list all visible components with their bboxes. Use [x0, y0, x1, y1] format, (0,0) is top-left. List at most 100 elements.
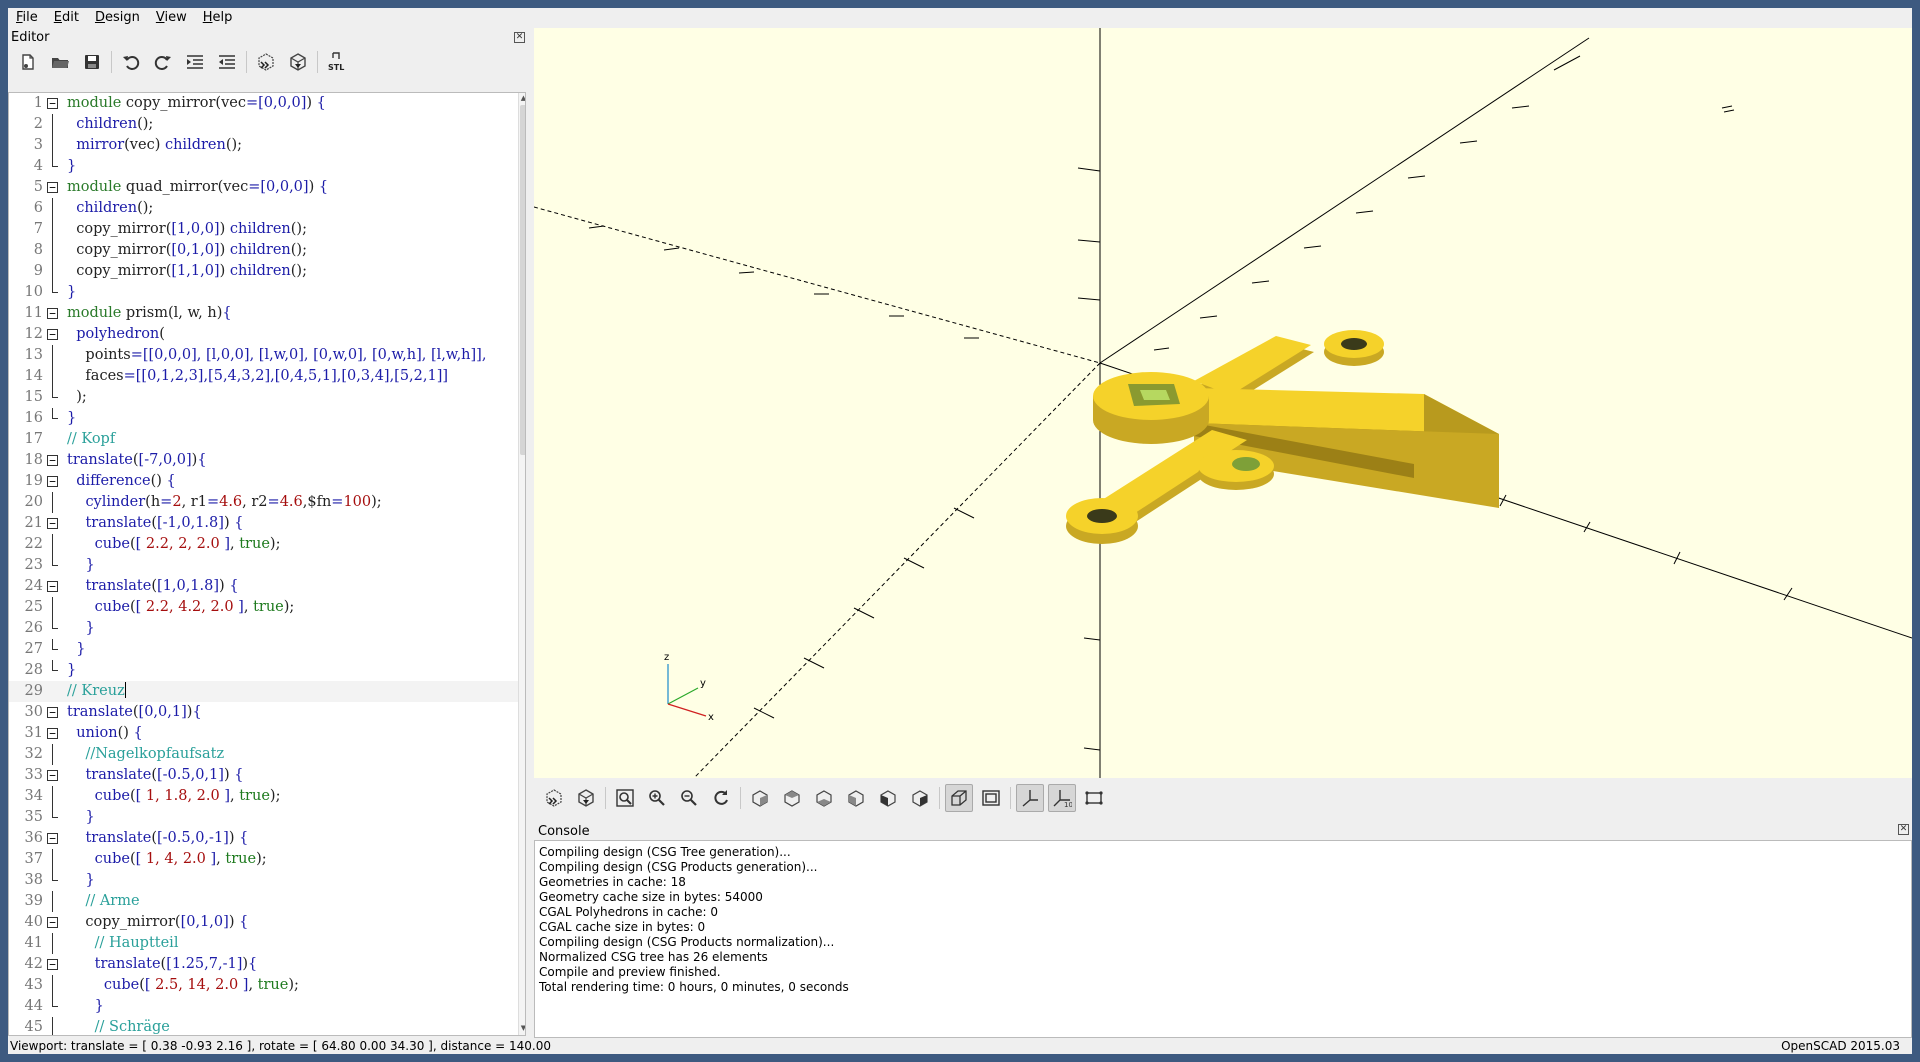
- fold-toggle-icon[interactable]: −: [47, 329, 58, 340]
- orthogonal-button[interactable]: [977, 784, 1005, 812]
- 3d-viewport[interactable]: z y x: [534, 28, 1912, 778]
- code-line[interactable]: 23 }: [9, 555, 518, 576]
- fold-toggle-icon[interactable]: −: [47, 455, 58, 466]
- code-line[interactable]: 3 mirror(vec) children();: [9, 135, 518, 156]
- code-line[interactable]: 1− module copy_mirror(vec=[0,0,0]) {: [9, 93, 518, 114]
- show-edges-button[interactable]: [1080, 784, 1108, 812]
- code-line[interactable]: 21− translate([-1,0,1.8]) {: [9, 513, 518, 534]
- fold-toggle-icon[interactable]: −: [47, 182, 58, 193]
- menu-edit[interactable]: Edit: [46, 8, 87, 28]
- view-left-button[interactable]: [842, 784, 870, 812]
- menu-file[interactable]: File: [8, 8, 46, 28]
- code-line[interactable]: 26 }: [9, 618, 518, 639]
- code-line[interactable]: 7 copy_mirror([1,0,0]) children();: [9, 219, 518, 240]
- undo-button[interactable]: [117, 48, 145, 76]
- fold-toggle-icon[interactable]: −: [47, 959, 58, 970]
- editor-vertical-scrollbar[interactable]: ▲ ▼: [518, 93, 525, 1035]
- code-line[interactable]: 40− copy_mirror([0,1,0]) {: [9, 912, 518, 933]
- reset-view-button[interactable]: [707, 784, 735, 812]
- fold-toggle-icon[interactable]: −: [47, 833, 58, 844]
- code-line[interactable]: 41 // Hauptteil: [9, 933, 518, 954]
- code-line[interactable]: 43 cube([ 2.5, 14, 2.0 ], true);: [9, 975, 518, 996]
- code-line[interactable]: 37 cube([ 1, 4, 2.0 ], true);: [9, 849, 518, 870]
- fold-toggle-icon[interactable]: −: [47, 581, 58, 592]
- console-close-icon[interactable]: ✕: [1898, 824, 1909, 835]
- code-line[interactable]: 44 }: [9, 996, 518, 1017]
- fold-toggle-icon[interactable]: −: [47, 707, 58, 718]
- scrollbar-thumb[interactable]: [520, 105, 525, 455]
- fold-toggle-icon[interactable]: −: [47, 917, 58, 928]
- code-line[interactable]: 38 }: [9, 870, 518, 891]
- code-line[interactable]: 33− translate([-0.5,0,1]) {: [9, 765, 518, 786]
- code-line[interactable]: 16}: [9, 408, 518, 429]
- fold-toggle-icon[interactable]: −: [47, 476, 58, 487]
- menu-help[interactable]: Help: [195, 8, 241, 28]
- code-line[interactable]: 6 children();: [9, 198, 518, 219]
- code-line[interactable]: 24− translate([1,0,1.8]) {: [9, 576, 518, 597]
- view-front-button[interactable]: [874, 784, 902, 812]
- view-bottom-button[interactable]: [810, 784, 838, 812]
- code-line[interactable]: 39 // Arme: [9, 891, 518, 912]
- code-line[interactable]: 18− translate([-7,0,0]){: [9, 450, 518, 471]
- code-line[interactable]: 8 copy_mirror([0,1,0]) children();: [9, 240, 518, 261]
- code-line[interactable]: 14 faces=[[0,1,2,3],[5,4,3,2],[0,4,5,1],…: [9, 366, 518, 387]
- save-file-button[interactable]: [78, 48, 106, 76]
- fold-toggle-icon[interactable]: −: [47, 98, 58, 109]
- fold-toggle-icon[interactable]: −: [47, 728, 58, 739]
- code-line[interactable]: 27 }: [9, 639, 518, 660]
- new-file-button[interactable]: [14, 48, 42, 76]
- fold-toggle-icon[interactable]: −: [47, 770, 58, 781]
- code-line[interactable]: 13 points=[[0,0,0], [l,0,0], [l,w,0], [0…: [9, 345, 518, 366]
- open-file-button[interactable]: [46, 48, 74, 76]
- preview-button[interactable]: [252, 48, 280, 76]
- view-render-button[interactable]: [572, 784, 600, 812]
- code-line[interactable]: 4}: [9, 156, 518, 177]
- perspective-button[interactable]: [945, 784, 973, 812]
- scroll-down-icon[interactable]: ▼: [519, 1024, 525, 1034]
- editor-close-icon[interactable]: ✕: [514, 32, 525, 43]
- code-line[interactable]: 22 cube([ 2.2, 2, 2.0 ], true);: [9, 534, 518, 555]
- code-line[interactable]: 36− translate([-0.5,0,-1]) {: [9, 828, 518, 849]
- view-all-button[interactable]: [611, 784, 639, 812]
- fold-toggle-icon[interactable]: −: [47, 518, 58, 529]
- fold-toggle-icon[interactable]: −: [47, 308, 58, 319]
- render-button[interactable]: [284, 48, 312, 76]
- code-line[interactable]: 10}: [9, 282, 518, 303]
- code-line[interactable]: 34 cube([ 1, 1.8, 2.0 ], true);: [9, 786, 518, 807]
- view-top-button[interactable]: [778, 784, 806, 812]
- code-line[interactable]: 42− translate([1.25,7,-1]){: [9, 954, 518, 975]
- code-line[interactable]: 31− union() {: [9, 723, 518, 744]
- code-line[interactable]: 15 );: [9, 387, 518, 408]
- code-line[interactable]: 35 }: [9, 807, 518, 828]
- code-line[interactable]: 2 children();: [9, 114, 518, 135]
- view-preview-button[interactable]: [540, 784, 568, 812]
- console-output[interactable]: Compiling design (CSG Tree generation)..…: [534, 840, 1912, 1038]
- code-line[interactable]: 12− polyhedron(: [9, 324, 518, 345]
- scroll-up-icon[interactable]: ▲: [519, 94, 525, 104]
- view-back-button[interactable]: [906, 784, 934, 812]
- code-line[interactable]: 28}: [9, 660, 518, 681]
- code-line[interactable]: 25 cube([ 2.2, 4.2, 2.0 ], true);: [9, 597, 518, 618]
- menu-design[interactable]: Design: [87, 8, 148, 28]
- code-line[interactable]: 17 // Kopf: [9, 429, 518, 450]
- code-line[interactable]: 11− module prism(l, w, h){: [9, 303, 518, 324]
- show-axes-button[interactable]: [1016, 784, 1044, 812]
- code-line[interactable]: 45 // Schräge: [9, 1017, 518, 1035]
- code-line[interactable]: 32 //Nagelkopfaufsatz: [9, 744, 518, 765]
- show-scale-button[interactable]: 10: [1048, 784, 1076, 812]
- menu-view[interactable]: View: [148, 8, 195, 28]
- code-editor[interactable]: 1− module copy_mirror(vec=[0,0,0]) {2 chi…: [8, 92, 526, 1036]
- code-line[interactable]: 29 // Kreuz: [9, 681, 518, 702]
- unindent-button[interactable]: [213, 48, 241, 76]
- indent-button[interactable]: [181, 48, 209, 76]
- code-line[interactable]: 30− translate([0,0,1]){: [9, 702, 518, 723]
- code-line[interactable]: 5− module quad_mirror(vec=[0,0,0]) {: [9, 177, 518, 198]
- redo-button[interactable]: [149, 48, 177, 76]
- export-stl-button[interactable]: STL: [323, 48, 351, 76]
- code-line[interactable]: 20 cylinder(h=2, r1=4.6, r2=4.6,$fn=100)…: [9, 492, 518, 513]
- code-line[interactable]: 9 copy_mirror([1,1,0]) children();: [9, 261, 518, 282]
- zoom-out-button[interactable]: [675, 784, 703, 812]
- zoom-in-button[interactable]: [643, 784, 671, 812]
- view-right-button[interactable]: [746, 784, 774, 812]
- code-line[interactable]: 19− difference() {: [9, 471, 518, 492]
